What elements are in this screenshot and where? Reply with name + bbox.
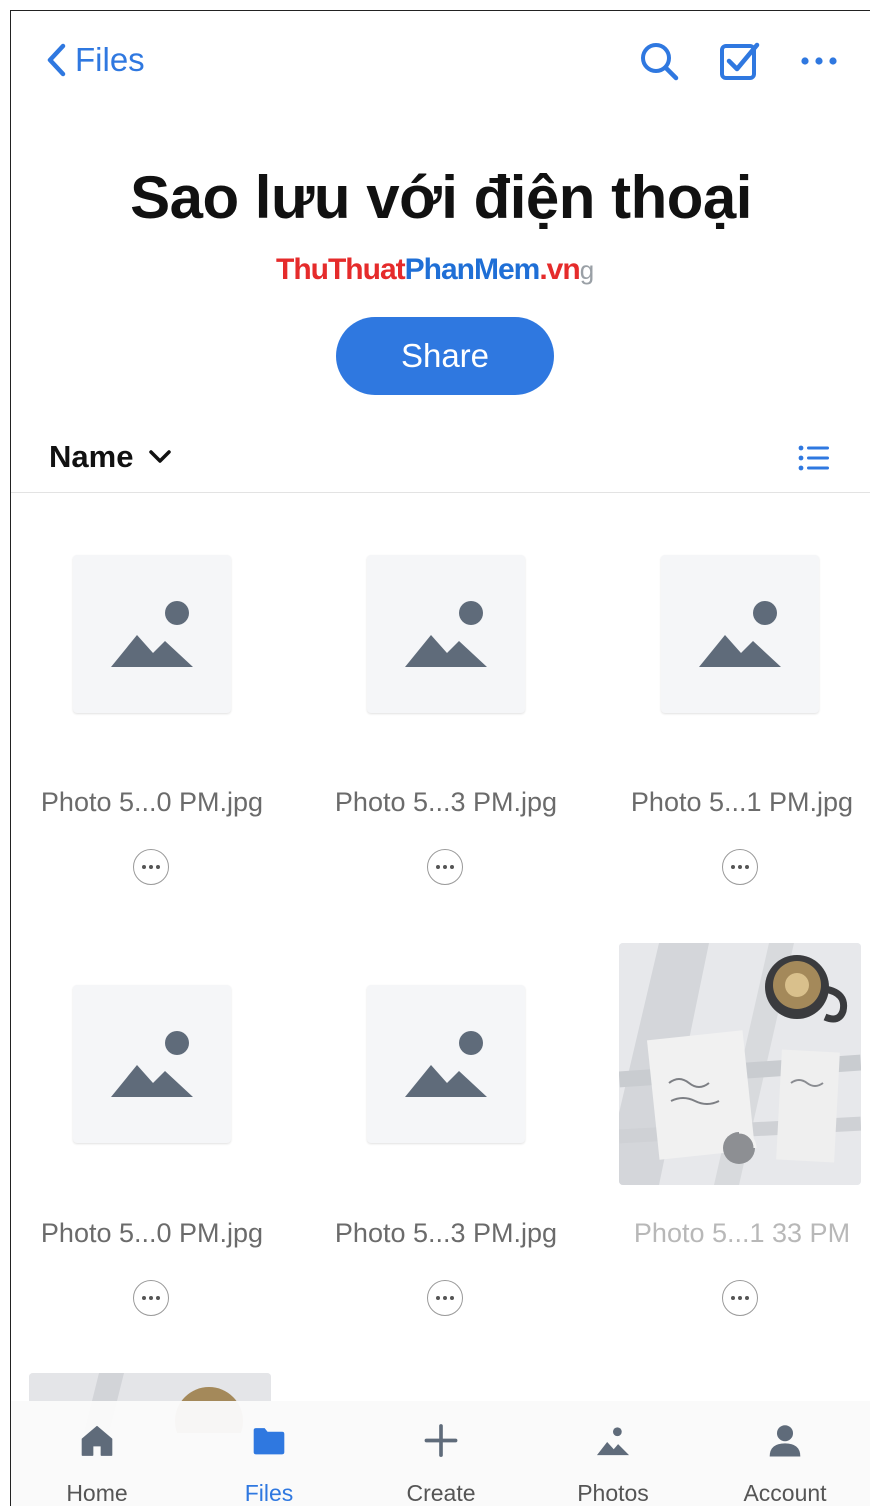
back-button[interactable]: Files <box>45 41 145 79</box>
image-placeholder-icon <box>405 601 487 667</box>
tab-label: Create <box>406 1480 476 1506</box>
file-more-button[interactable] <box>722 849 758 885</box>
home-icon <box>81 1425 113 1456</box>
file-thumbnail <box>73 555 231 713</box>
sort-bar: Name <box>11 431 870 493</box>
file-thumbnail <box>661 555 819 713</box>
ellipsis-icon <box>801 57 837 65</box>
image-placeholder-icon <box>699 601 781 667</box>
file-name: Photo 5...3 PM.jpg <box>334 1218 558 1248</box>
photo-image <box>619 943 861 1185</box>
sort-label: Name <box>49 439 134 474</box>
nav-actions <box>637 39 841 83</box>
checkbox-icon <box>720 42 760 80</box>
watermark-part-3: .vn <box>539 253 580 286</box>
tab-label: Home <box>66 1480 128 1506</box>
watermark-tail: g <box>579 255 595 285</box>
file-name: Photo 5...3 PM.jpg <box>334 787 558 817</box>
select-button[interactable] <box>717 39 761 83</box>
file-thumbnail <box>73 985 231 1143</box>
more-options-button[interactable] <box>797 39 841 83</box>
app-frame: Files Sao lưu với điện thoại ThuThuatPha… <box>10 10 870 1506</box>
file-thumbnail <box>367 555 525 713</box>
photos-icon <box>596 1427 630 1456</box>
file-more-button[interactable] <box>133 1280 169 1316</box>
bottom-tab-bar: Home Files Create Photos Account <box>11 1401 870 1506</box>
search-button[interactable] <box>637 39 681 83</box>
tab-label: Photos <box>577 1480 649 1506</box>
chevron-down-icon <box>149 450 172 463</box>
file-more-button[interactable] <box>722 1280 758 1316</box>
folder-icon <box>253 1428 285 1455</box>
folder-title: Sao lưu với điện thoại <box>130 164 752 231</box>
image-placeholder-icon <box>111 601 193 667</box>
tab-files[interactable]: Files <box>183 1401 355 1506</box>
image-placeholder-icon <box>111 1031 193 1097</box>
top-navigation: Files <box>11 11 870 121</box>
file-more-button[interactable] <box>427 1280 463 1316</box>
back-label: Files <box>75 41 145 78</box>
plus-icon <box>424 1424 458 1457</box>
search-icon <box>641 43 679 81</box>
file-name: Photo 5...0 PM.jpg <box>40 787 264 817</box>
sort-by-name-button[interactable]: Name <box>49 439 173 475</box>
watermark: ThuThuatPhanMem.vng <box>276 253 595 287</box>
watermark-part-1: ThuThuat <box>276 253 406 286</box>
image-placeholder-icon <box>405 1031 487 1097</box>
tab-label: Account <box>743 1480 827 1506</box>
tab-photos[interactable]: Photos <box>527 1401 699 1506</box>
share-button[interactable]: Share <box>336 317 554 395</box>
chevron-left-icon <box>47 43 66 77</box>
tab-home[interactable]: Home <box>11 1401 183 1506</box>
file-name: Photo 5...0 PM.jpg <box>40 1218 264 1248</box>
file-name: Photo 5...1 33 PM <box>633 1218 851 1248</box>
person-icon <box>769 1425 801 1457</box>
tab-label: Files <box>244 1480 294 1506</box>
file-more-button[interactable] <box>427 849 463 885</box>
watermark-part-2: PhanMem <box>404 253 541 286</box>
tab-account[interactable]: Account <box>699 1401 870 1506</box>
file-thumbnail <box>367 985 525 1143</box>
file-name: Photo 5...1 PM.jpg <box>630 787 854 817</box>
file-more-button[interactable] <box>133 849 169 885</box>
list-view-icon[interactable] <box>797 441 831 475</box>
tab-create[interactable]: Create <box>355 1401 527 1506</box>
photo-thumbnail <box>619 943 861 1185</box>
